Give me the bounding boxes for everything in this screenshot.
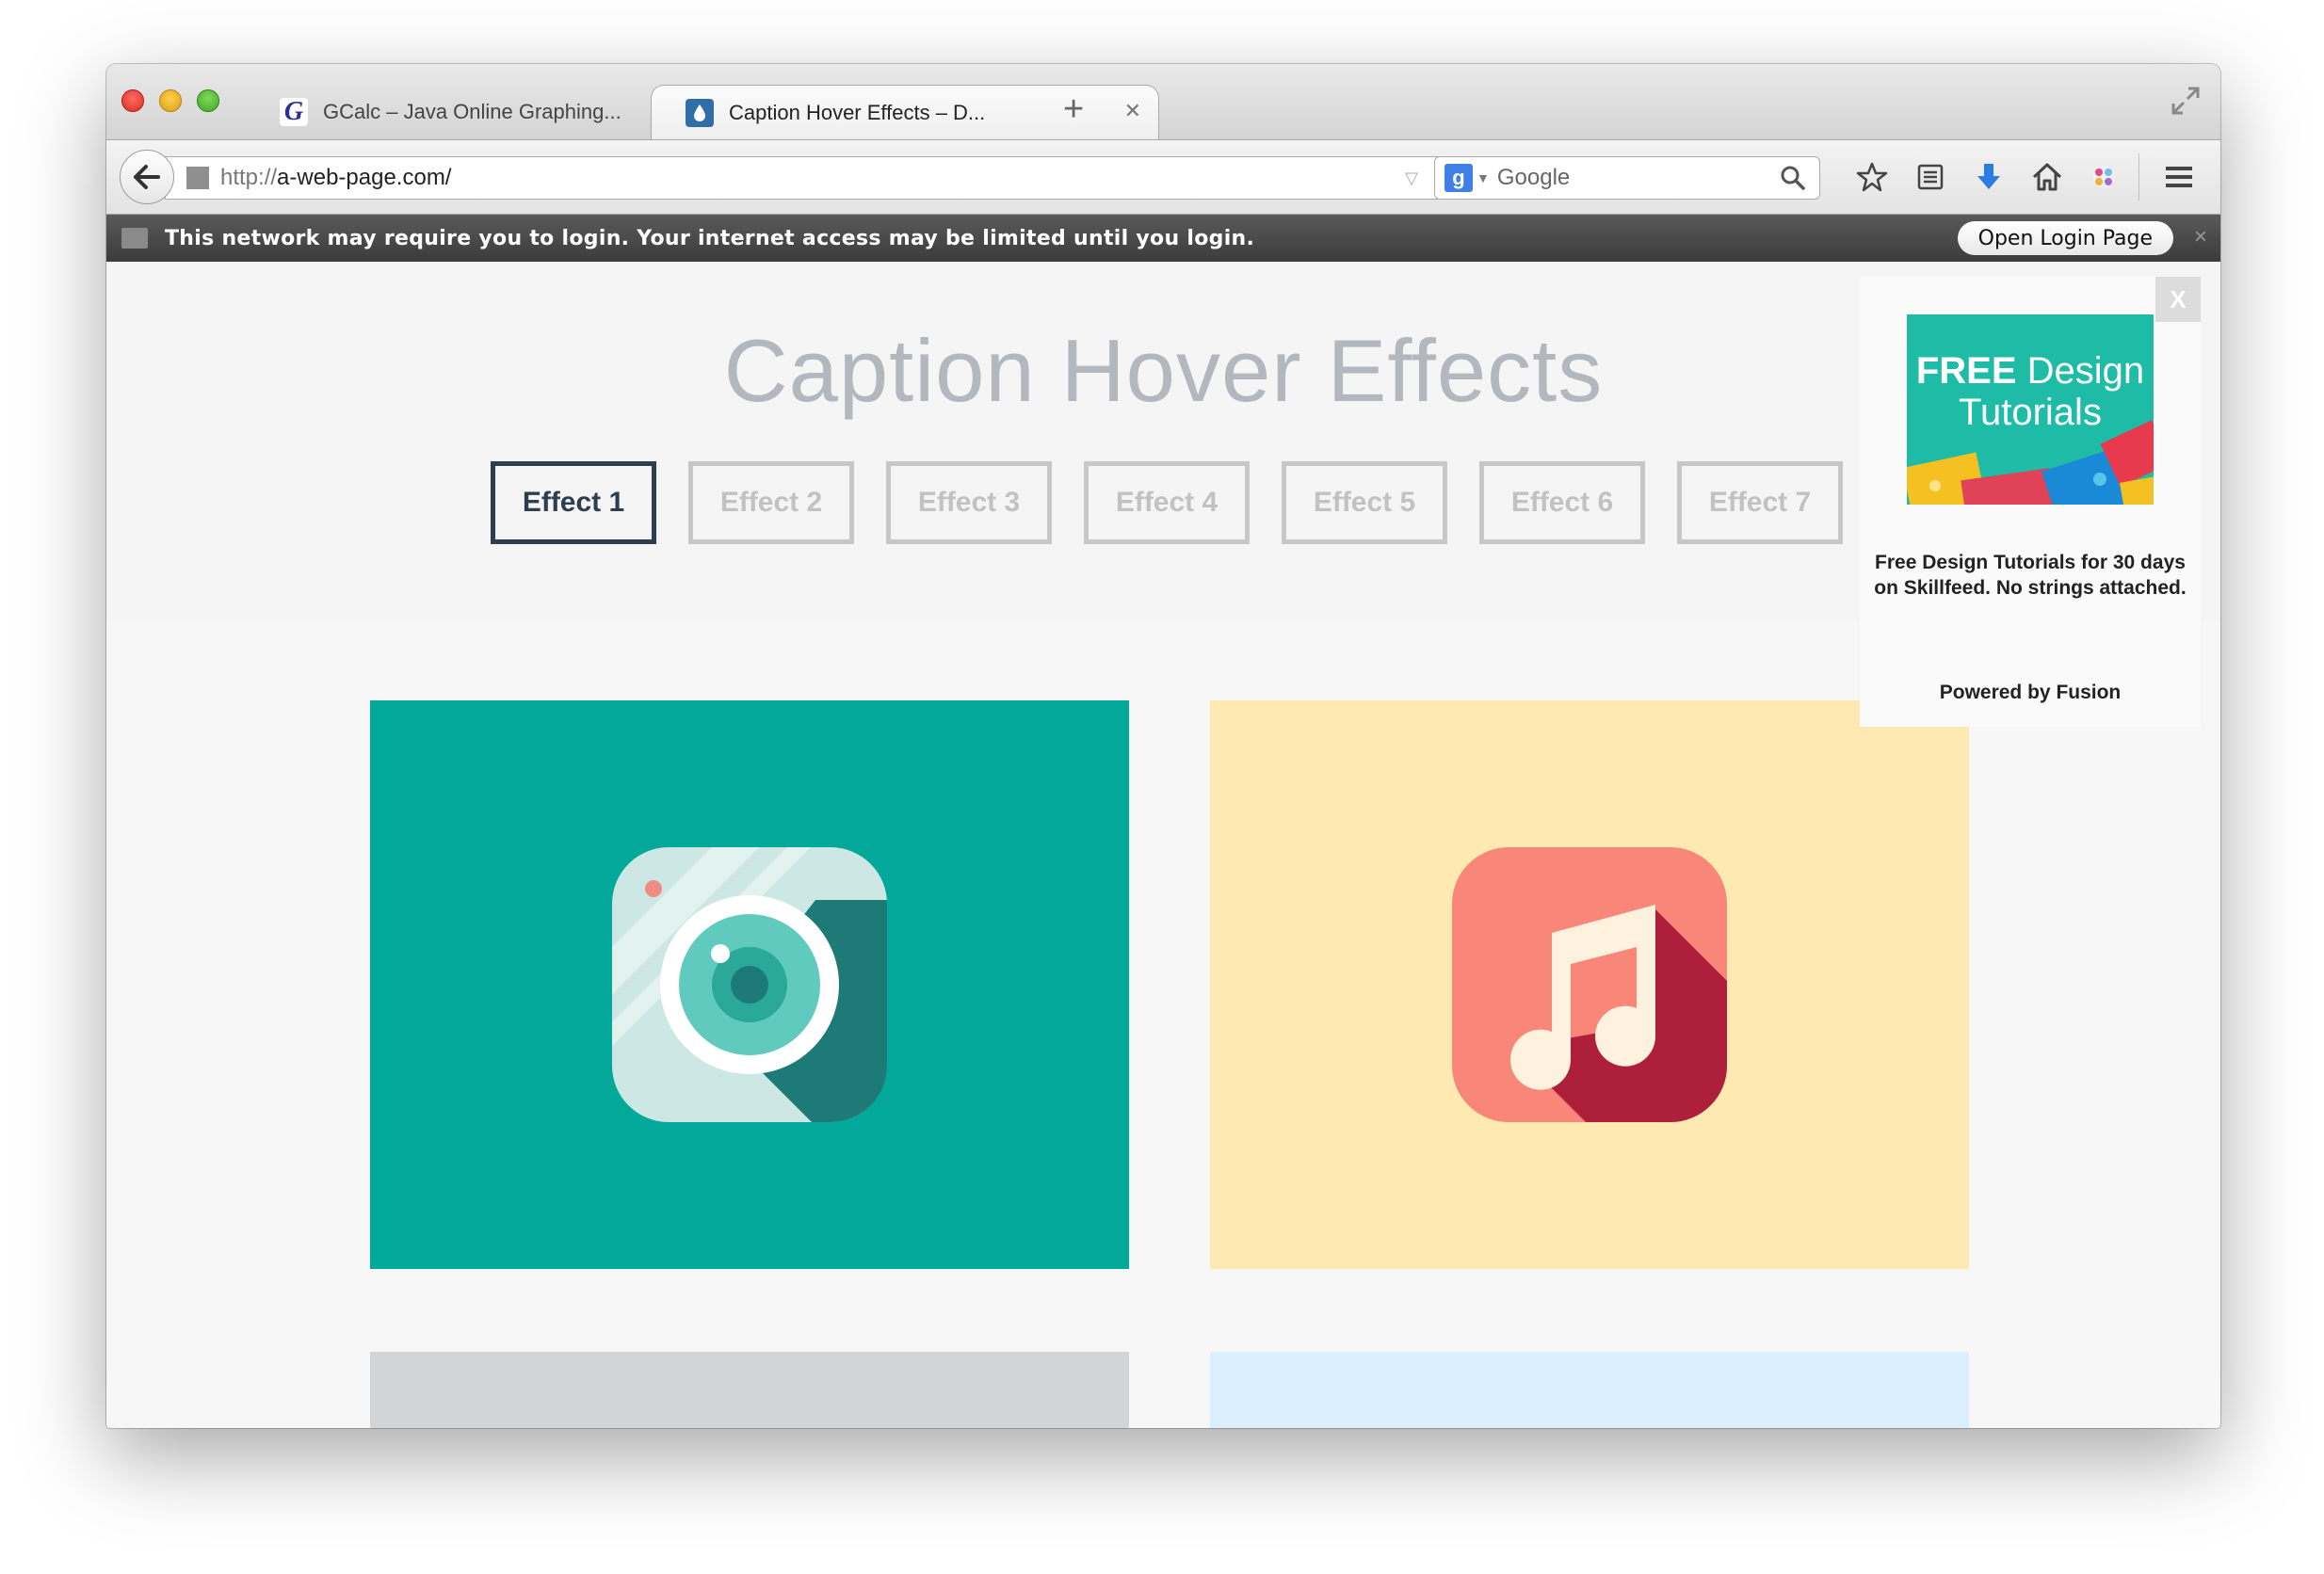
search-placeholder: Google <box>1496 165 1571 190</box>
site-identity-icon[interactable] <box>186 167 209 189</box>
network-login-icon <box>121 228 148 249</box>
history-dropdown-icon[interactable]: ▽ <box>1405 169 1418 188</box>
fullscreen-icon[interactable] <box>2170 85 2202 117</box>
ad-powered-by[interactable]: Powered by Fusion <box>1860 682 2201 704</box>
music-note-icon <box>1452 847 1727 1122</box>
close-tab-icon[interactable]: ✕ <box>1124 99 1141 123</box>
advertisement[interactable]: X FREE Design Tutorials Free Design Tuto… <box>1860 277 2201 727</box>
portal-message: This network may require you to login. Y… <box>165 226 1255 250</box>
browser-window: G GCalc – Java Online Graphing... Captio… <box>106 64 2220 1428</box>
ad-headline-rest: Design <box>2026 350 2145 392</box>
effect-5-button[interactable]: Effect 5 <box>1282 461 1447 544</box>
gcalc-favicon-icon: G <box>280 97 308 126</box>
search-bar[interactable]: g ▼ Google <box>1434 156 1820 200</box>
effect-7-button[interactable]: Effect 7 <box>1677 461 1843 544</box>
url-host: a-web-page.com/ <box>277 165 452 190</box>
toolbar-separator <box>2138 153 2139 201</box>
gallery-tile-camera[interactable] <box>370 700 1129 1269</box>
google-engine-icon[interactable]: g <box>1444 164 1473 192</box>
maximize-window-button[interactable] <box>197 89 219 112</box>
camera-icon <box>612 847 887 1122</box>
open-login-page-button[interactable]: Open Login Page <box>1957 221 2173 255</box>
engine-dropdown-icon[interactable]: ▼ <box>1477 170 1490 185</box>
ad-headline-bold: FREE <box>1915 350 2017 392</box>
home-icon[interactable] <box>2027 157 2067 197</box>
new-tab-plus-icon[interactable]: + <box>1063 87 1084 132</box>
effect-4-button[interactable]: Effect 4 <box>1084 461 1250 544</box>
close-window-button[interactable] <box>121 89 144 112</box>
addon-colorful-icon[interactable] <box>2084 157 2123 197</box>
tab-title: Caption Hover Effects – D... <box>729 100 986 124</box>
minimize-window-button[interactable] <box>159 89 182 112</box>
hamburger-menu-icon[interactable] <box>2159 157 2199 197</box>
effect-2-button[interactable]: Effect 2 <box>688 461 854 544</box>
navigation-bar: http://a-web-page.com/ ▽ ↻ g ▼ Google <box>106 139 2220 215</box>
ad-banner-image[interactable]: FREE Design Tutorials <box>1907 314 2154 505</box>
ad-headline-line2: Tutorials <box>1959 392 2102 433</box>
bookmark-star-icon[interactable] <box>1852 157 1892 197</box>
url-bar[interactable]: http://a-web-page.com/ ▽ ↻ <box>165 156 1474 200</box>
tab-bar: G GCalc – Java Online Graphing... Captio… <box>106 64 2220 139</box>
ad-close-button[interactable]: X <box>2155 277 2201 322</box>
url-text[interactable]: http://a-web-page.com/ <box>220 165 451 191</box>
ad-headline: FREE Design Tutorials <box>1907 350 2154 433</box>
url-protocol: http:// <box>220 165 278 190</box>
effect-3-button[interactable]: Effect 3 <box>886 461 1052 544</box>
tab-title: GCalc – Java Online Graphing... <box>323 100 621 123</box>
download-arrow-icon[interactable] <box>1969 157 2009 197</box>
back-button[interactable] <box>120 150 174 204</box>
gallery-tile-gray[interactable] <box>370 1352 1129 1428</box>
gallery-tile-blue[interactable] <box>1210 1352 1969 1428</box>
ad-description[interactable]: Free Design Tutorials for 30 days on Ski… <box>1873 550 2187 601</box>
page-content: Caption Hover Effects Effect 1 Effect 2 … <box>106 262 2220 1428</box>
reading-list-icon[interactable] <box>1911 157 1950 197</box>
gallery-tile-music[interactable] <box>1210 700 1969 1269</box>
back-arrow-icon <box>134 165 160 189</box>
drop-favicon-icon <box>686 98 714 127</box>
close-notification-icon[interactable]: × <box>2194 224 2207 250</box>
captive-portal-bar: This network may require you to login. Y… <box>106 215 2220 262</box>
effect-1-button[interactable]: Effect 1 <box>491 461 656 544</box>
effect-6-button[interactable]: Effect 6 <box>1479 461 1645 544</box>
search-icon[interactable] <box>1780 165 1806 191</box>
